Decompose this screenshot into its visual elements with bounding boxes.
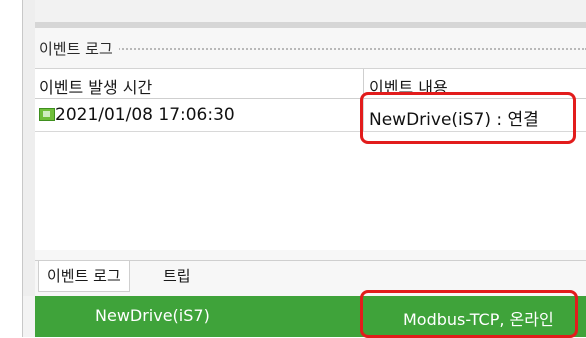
- panel-title: 이벤트 로그: [39, 38, 119, 59]
- column-header-time[interactable]: 이벤트 발생 시간: [39, 74, 152, 98]
- tab-event-log[interactable]: 이벤트 로그: [38, 261, 130, 292]
- title-divider: [39, 48, 586, 51]
- bottom-tabs: 이벤트 로그 트립: [35, 260, 586, 294]
- event-log-panel: 이벤트 로그 이벤트 발생 시간 이벤트 내용 2021/01/08 17:06…: [35, 28, 586, 296]
- tab-trip[interactable]: 트립: [155, 261, 199, 291]
- highlight-box-event-content: [360, 92, 576, 144]
- app-window: 이벤트 로그 이벤트 발생 시간 이벤트 내용 2021/01/08 17:06…: [22, 0, 586, 337]
- top-band: [35, 0, 586, 22]
- status-device-name: NewDrive(iS7): [95, 306, 210, 325]
- highlight-box-connection-status: [360, 290, 578, 338]
- event-time-cell: 2021/01/08 17:06:30: [55, 105, 235, 125]
- connection-event-icon: [39, 108, 55, 121]
